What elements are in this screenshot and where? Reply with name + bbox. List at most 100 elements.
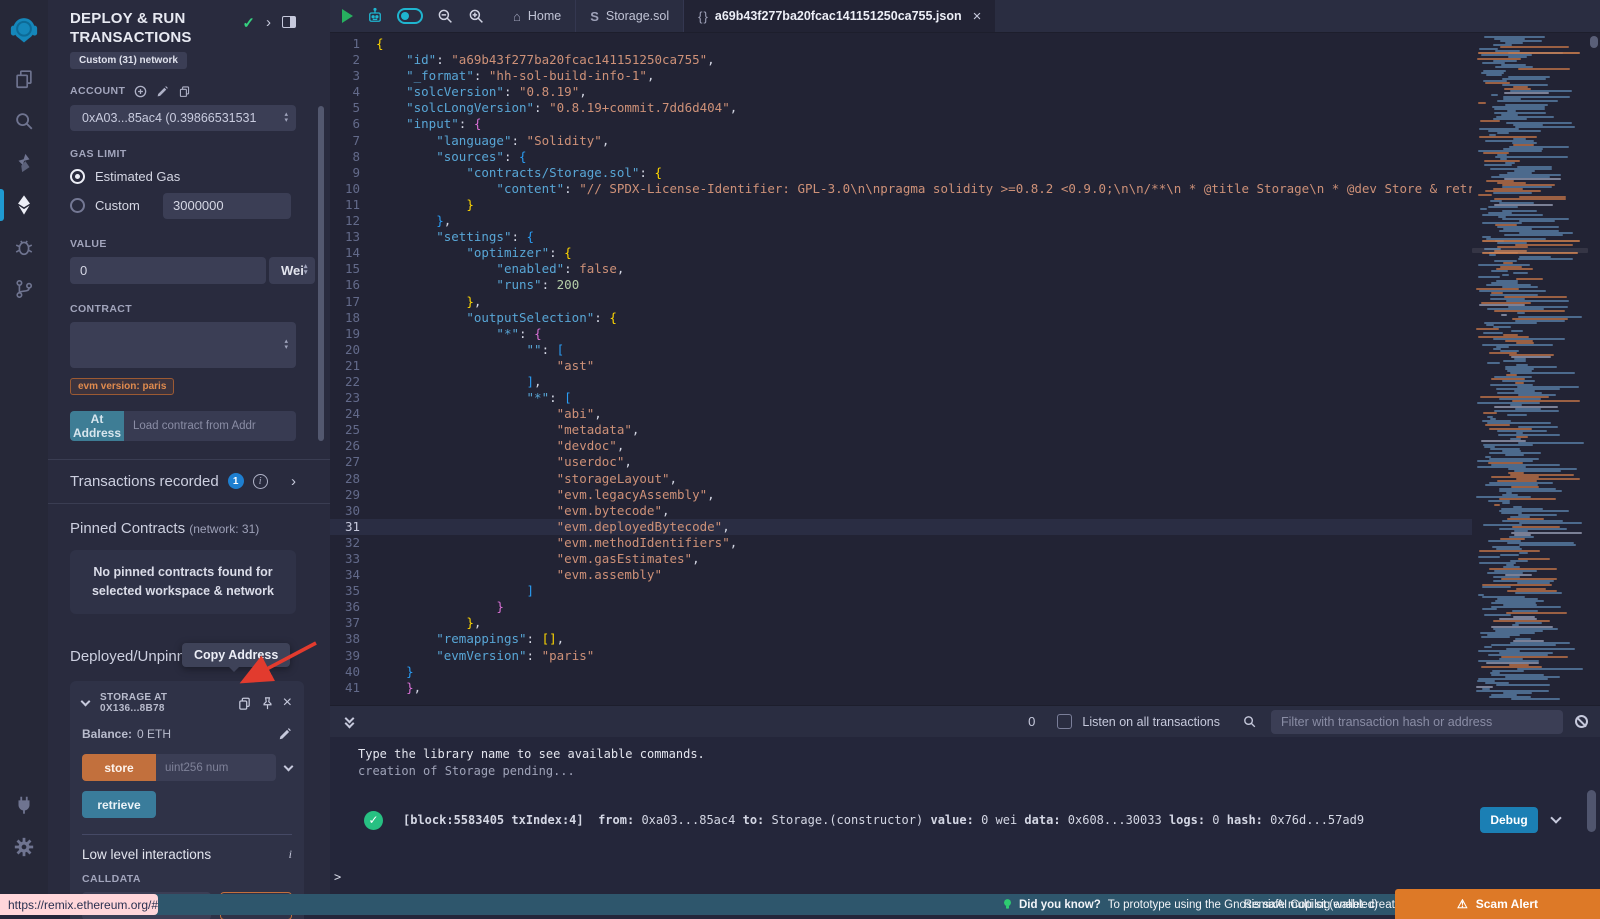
account-select[interactable]: 0xA03...85ac4 (0.39866531531 ▴▾ (70, 105, 296, 131)
tab-home[interactable]: ⌂ Home (499, 0, 576, 32)
pin-panel-icon[interactable] (282, 16, 296, 28)
copy-address-icon[interactable] (237, 696, 252, 711)
code-line[interactable]: 27 "userdoc", (330, 454, 1472, 470)
code-line[interactable]: 9 "contracts/Storage.sol": { (330, 165, 1472, 181)
ai-copilot-icon[interactable] (366, 7, 384, 25)
editor-minimap[interactable] (1472, 34, 1588, 705)
code-line[interactable]: 10 "content": "// SPDX-License-Identifie… (330, 181, 1472, 197)
listen-checkbox[interactable] (1057, 714, 1072, 729)
code-line[interactable]: 8 "sources": { (330, 149, 1472, 165)
collapse-terminal-icon[interactable] (346, 717, 353, 727)
code-line[interactable]: 34 "evm.assembly" (330, 567, 1472, 583)
code-line[interactable]: 40 } (330, 664, 1472, 680)
value-unit-select[interactable]: Wei ▴▾ (269, 257, 315, 284)
code-line[interactable]: 18 "outputSelection": { (330, 310, 1472, 326)
code-line[interactable]: 31 "evm.deployedBytecode", (330, 519, 1472, 535)
code-line[interactable]: 28 "storageLayout", (330, 471, 1472, 487)
plugin-manager-icon[interactable] (0, 784, 48, 826)
code-line[interactable]: 2 "id": "a69b43f277ba20fcac141151250ca75… (330, 52, 1472, 68)
chevron-down-icon[interactable] (81, 697, 91, 707)
code-line[interactable]: 25 "metadata", (330, 422, 1472, 438)
close-tab-icon[interactable]: × (973, 8, 982, 25)
code-line[interactable]: 15 "enabled": false, (330, 261, 1472, 277)
scam-alert-button[interactable]: ⚠ Scam Alert (1395, 889, 1600, 919)
store-button[interactable]: store (82, 754, 156, 781)
code-line[interactable]: 17 }, (330, 294, 1472, 310)
clear-console-icon[interactable] (1575, 715, 1588, 728)
code-line[interactable]: 6 "input": { (330, 116, 1472, 132)
info-icon[interactable]: i (253, 474, 268, 489)
custom-gas-input[interactable] (163, 193, 291, 219)
editor-scrollbar[interactable] (1590, 36, 1598, 48)
search-icon[interactable] (0, 100, 48, 142)
code-line[interactable]: 36 } (330, 599, 1472, 615)
code-line[interactable]: 41 }, (330, 680, 1472, 696)
solidity-compiler-icon[interactable] (0, 142, 48, 184)
code-line[interactable]: 19 "*": { (330, 326, 1472, 342)
code-line[interactable]: 11 } (330, 197, 1472, 213)
info-icon[interactable]: i (289, 847, 292, 862)
at-address-button[interactable]: At Address (70, 411, 124, 441)
copilot-status[interactable]: RemixAI Copilot (enabled) (1244, 894, 1378, 915)
custom-gas-radio[interactable] (70, 198, 85, 213)
load-contract-input[interactable] (124, 411, 296, 441)
remix-logo-icon[interactable] (0, 2, 48, 58)
code-line[interactable]: 29 "evm.legacyAssembly", (330, 487, 1472, 503)
code-line[interactable]: 35 ] (330, 583, 1472, 599)
code-line[interactable]: 20 "": [ (330, 342, 1472, 358)
code-line[interactable]: 13 "settings": { (330, 229, 1472, 245)
debug-button[interactable]: Debug (1480, 807, 1538, 833)
code-line[interactable]: 16 "runs": 200 (330, 277, 1472, 293)
store-arg-input[interactable] (156, 754, 276, 781)
expand-store-icon[interactable] (284, 761, 294, 771)
expand-log-icon[interactable] (1550, 812, 1561, 823)
contract-select[interactable]: ▴▾ (70, 322, 296, 368)
code-line[interactable]: 21 "ast" (330, 358, 1472, 374)
tab-storage-sol[interactable]: S Storage.sol (576, 0, 684, 32)
code-line[interactable]: 4 "solcVersion": "0.8.19", (330, 84, 1472, 100)
code-line[interactable]: 26 "devdoc", (330, 438, 1472, 454)
code-line[interactable]: 30 "evm.bytecode", (330, 503, 1472, 519)
pin-contract-icon[interactable] (260, 696, 275, 711)
code-line[interactable]: 32 "evm.methodIdentifiers", (330, 535, 1472, 551)
code-editor[interactable]: 1{2 "id": "a69b43f277ba20fcac141151250ca… (330, 34, 1600, 705)
chevron-right-icon[interactable]: › (266, 14, 271, 31)
add-account-icon[interactable] (134, 85, 147, 98)
code-line[interactable]: 22 ], (330, 374, 1472, 390)
code-line[interactable]: 33 "evm.gasEstimates", (330, 551, 1472, 567)
file-explorer-icon[interactable] (0, 58, 48, 100)
run-script-icon[interactable] (342, 9, 353, 23)
code-line[interactable]: 12 }, (330, 213, 1472, 229)
copilot-toggle[interactable] (397, 8, 423, 24)
code-line[interactable]: 39 "evmVersion": "paris" (330, 648, 1472, 664)
code-line[interactable]: 7 "language": "Solidity", (330, 133, 1472, 149)
tab-build-info-json[interactable]: { } a69b43f277ba20fcac141151250ca755.jso… (684, 0, 995, 32)
code-line[interactable]: 1{ (330, 36, 1472, 52)
edit-account-icon[interactable] (156, 85, 169, 98)
zoom-out-icon[interactable] (436, 7, 454, 25)
terminal-scrollbar[interactable] (1587, 790, 1596, 832)
value-input[interactable] (70, 257, 266, 284)
remove-contract-icon[interactable]: × (283, 698, 292, 708)
copy-account-icon[interactable] (178, 85, 191, 98)
zoom-in-icon[interactable] (467, 7, 485, 25)
code-line[interactable]: 5 "solcLongVersion": "0.8.19+commit.7dd6… (330, 100, 1472, 116)
code-line[interactable]: 14 "optimizer": { (330, 245, 1472, 261)
code-line[interactable]: 38 "remappings": [], (330, 631, 1472, 647)
git-icon[interactable] (0, 268, 48, 310)
code-line[interactable]: 3 "_format": "hh-sol-build-info-1", (330, 68, 1472, 84)
retrieve-button[interactable]: retrieve (82, 791, 156, 818)
panel-scrollbar[interactable] (318, 106, 324, 441)
debugger-icon[interactable] (0, 226, 48, 268)
settings-icon[interactable] (0, 826, 48, 868)
code-line[interactable]: 37 }, (330, 615, 1472, 631)
edit-balance-icon[interactable] (278, 727, 292, 741)
deploy-run-icon[interactable] (0, 184, 48, 226)
transaction-log-row[interactable]: ✓ [block:5583405 txIndex:4] from: 0xa03.… (330, 807, 1600, 833)
estimated-gas-radio[interactable] (70, 169, 85, 184)
transaction-filter-input[interactable] (1271, 710, 1563, 734)
code-line[interactable]: 24 "abi", (330, 406, 1472, 422)
terminal[interactable]: Type the library name to see available c… (330, 737, 1600, 894)
chevron-right-icon[interactable]: › (291, 473, 296, 490)
code-line[interactable]: 23 "*": [ (330, 390, 1472, 406)
